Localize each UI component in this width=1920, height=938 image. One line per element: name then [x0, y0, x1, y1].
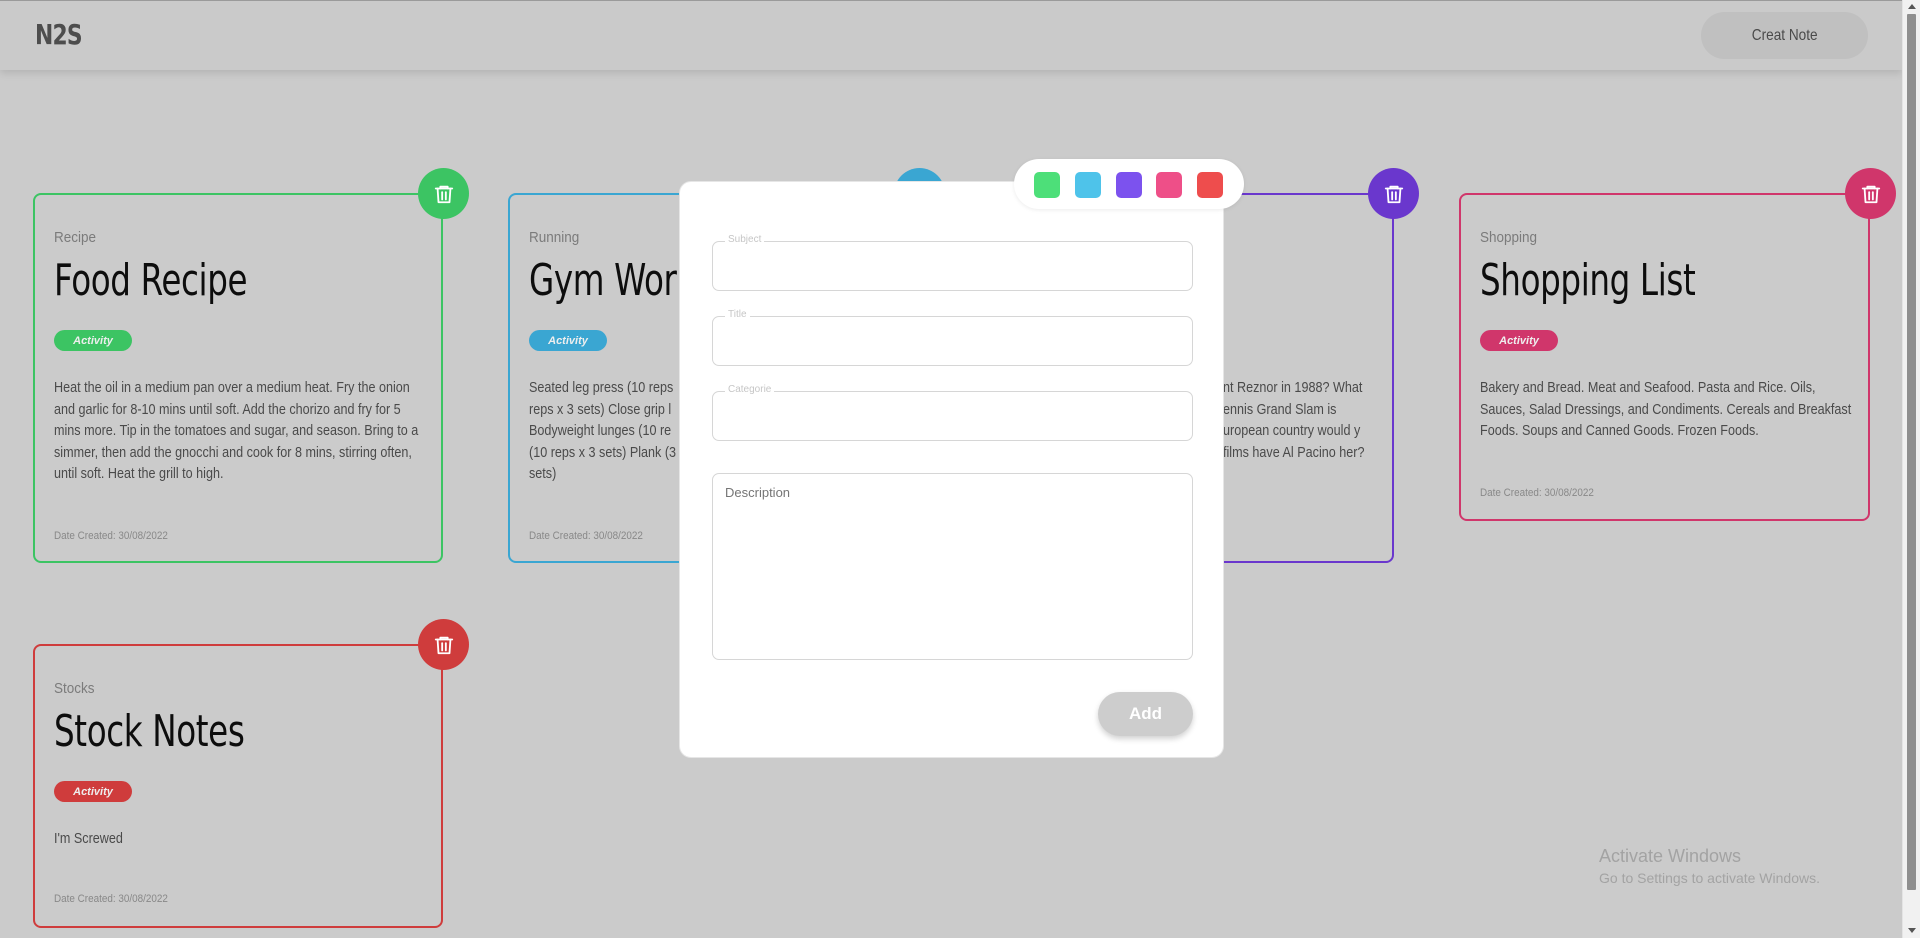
- trash-icon: [434, 636, 453, 654]
- note-title: Gym Wor: [529, 255, 677, 306]
- note-title: Shopping List: [1480, 255, 1696, 306]
- vertical-scrollbar[interactable]: [1902, 0, 1920, 938]
- delete-note-button[interactable]: [418, 619, 469, 670]
- scroll-down-arrow-icon[interactable]: [1908, 928, 1916, 933]
- title-field-label: Title: [725, 309, 750, 320]
- color-swatch-blue[interactable]: [1075, 172, 1101, 198]
- note-description: nt Reznor in 1988? What ennis Grand Slam…: [1223, 379, 1365, 461]
- note-date: Date Created: 30/08/2022: [529, 530, 643, 542]
- scrollbar-thumb[interactable]: [1907, 14, 1916, 890]
- subject-field[interactable]: Subject: [712, 234, 1193, 291]
- note-description: Seated leg press (10 reps reps x 3 sets)…: [529, 379, 677, 482]
- trash-icon: [1384, 185, 1403, 203]
- categorie-field[interactable]: Categorie: [712, 384, 1193, 441]
- color-swatch-pink[interactable]: [1156, 172, 1182, 198]
- delete-note-button[interactable]: [418, 168, 469, 219]
- categorie-field-label: Categorie: [725, 384, 775, 395]
- note-subject: Running: [529, 229, 580, 246]
- watermark-line-1: Activate Windows: [1599, 846, 1742, 866]
- app-logo: N2S: [35, 18, 83, 51]
- note-title: Food Recipe: [54, 255, 248, 306]
- note-date: Date Created: 30/08/2022: [54, 530, 168, 542]
- trash-icon: [1861, 185, 1880, 203]
- subject-field-label: Subject: [725, 234, 765, 245]
- note-card-stocks: Stocks Stock Notes Activity I'm Screwed …: [33, 644, 443, 928]
- note-date: Date Created: 30/08/2022: [54, 893, 168, 905]
- note-date: Date Created: 30/08/2022: [1480, 487, 1594, 499]
- note-card-recipe: Recipe Food Recipe Activity Heat the oil…: [33, 193, 443, 563]
- note-description: Heat the oil in a medium pan over a medi…: [54, 379, 419, 482]
- watermark-line-2: Go to Settings to activate Windows.: [1599, 870, 1820, 886]
- title-field[interactable]: Title: [712, 309, 1193, 366]
- description-textarea[interactable]: Description: [712, 473, 1193, 660]
- scroll-up-arrow-icon[interactable]: [1908, 4, 1916, 9]
- category-badge: Activity: [1480, 330, 1558, 351]
- note-subject: Recipe: [54, 229, 97, 246]
- create-note-label: Creat Note: [1751, 26, 1818, 44]
- category-badge: Activity: [529, 330, 607, 351]
- note-subject: Stocks: [54, 680, 95, 697]
- description-placeholder: Description: [725, 485, 791, 500]
- category-badge: Activity: [54, 330, 132, 351]
- create-note-modal: Subject Title Categorie Description Add: [679, 181, 1224, 758]
- note-card-shopping: Shopping Shopping List Activity Bakery a…: [1459, 193, 1870, 521]
- color-swatch-purple[interactable]: [1116, 172, 1142, 198]
- note-description: I'm Screwed: [54, 830, 123, 847]
- top-navbar: N2S Creat Note: [0, 0, 1902, 70]
- category-badge: Activity: [54, 781, 132, 802]
- note-description: Bakery and Bread. Meat and Seafood. Past…: [1480, 379, 1852, 439]
- note-title: Stock Notes: [54, 706, 245, 757]
- note-subject: Shopping: [1480, 229, 1538, 246]
- color-picker: [1014, 159, 1244, 209]
- trash-icon: [434, 185, 453, 203]
- delete-note-button[interactable]: [1368, 168, 1419, 219]
- delete-note-button[interactable]: [1845, 168, 1896, 219]
- windows-activation-watermark: Activate Windows Go to Settings to activ…: [1599, 846, 1820, 886]
- color-swatch-red[interactable]: [1197, 172, 1223, 198]
- add-note-button[interactable]: Add: [1098, 692, 1193, 736]
- create-note-button[interactable]: Creat Note: [1701, 12, 1868, 59]
- color-swatch-green[interactable]: [1034, 172, 1060, 198]
